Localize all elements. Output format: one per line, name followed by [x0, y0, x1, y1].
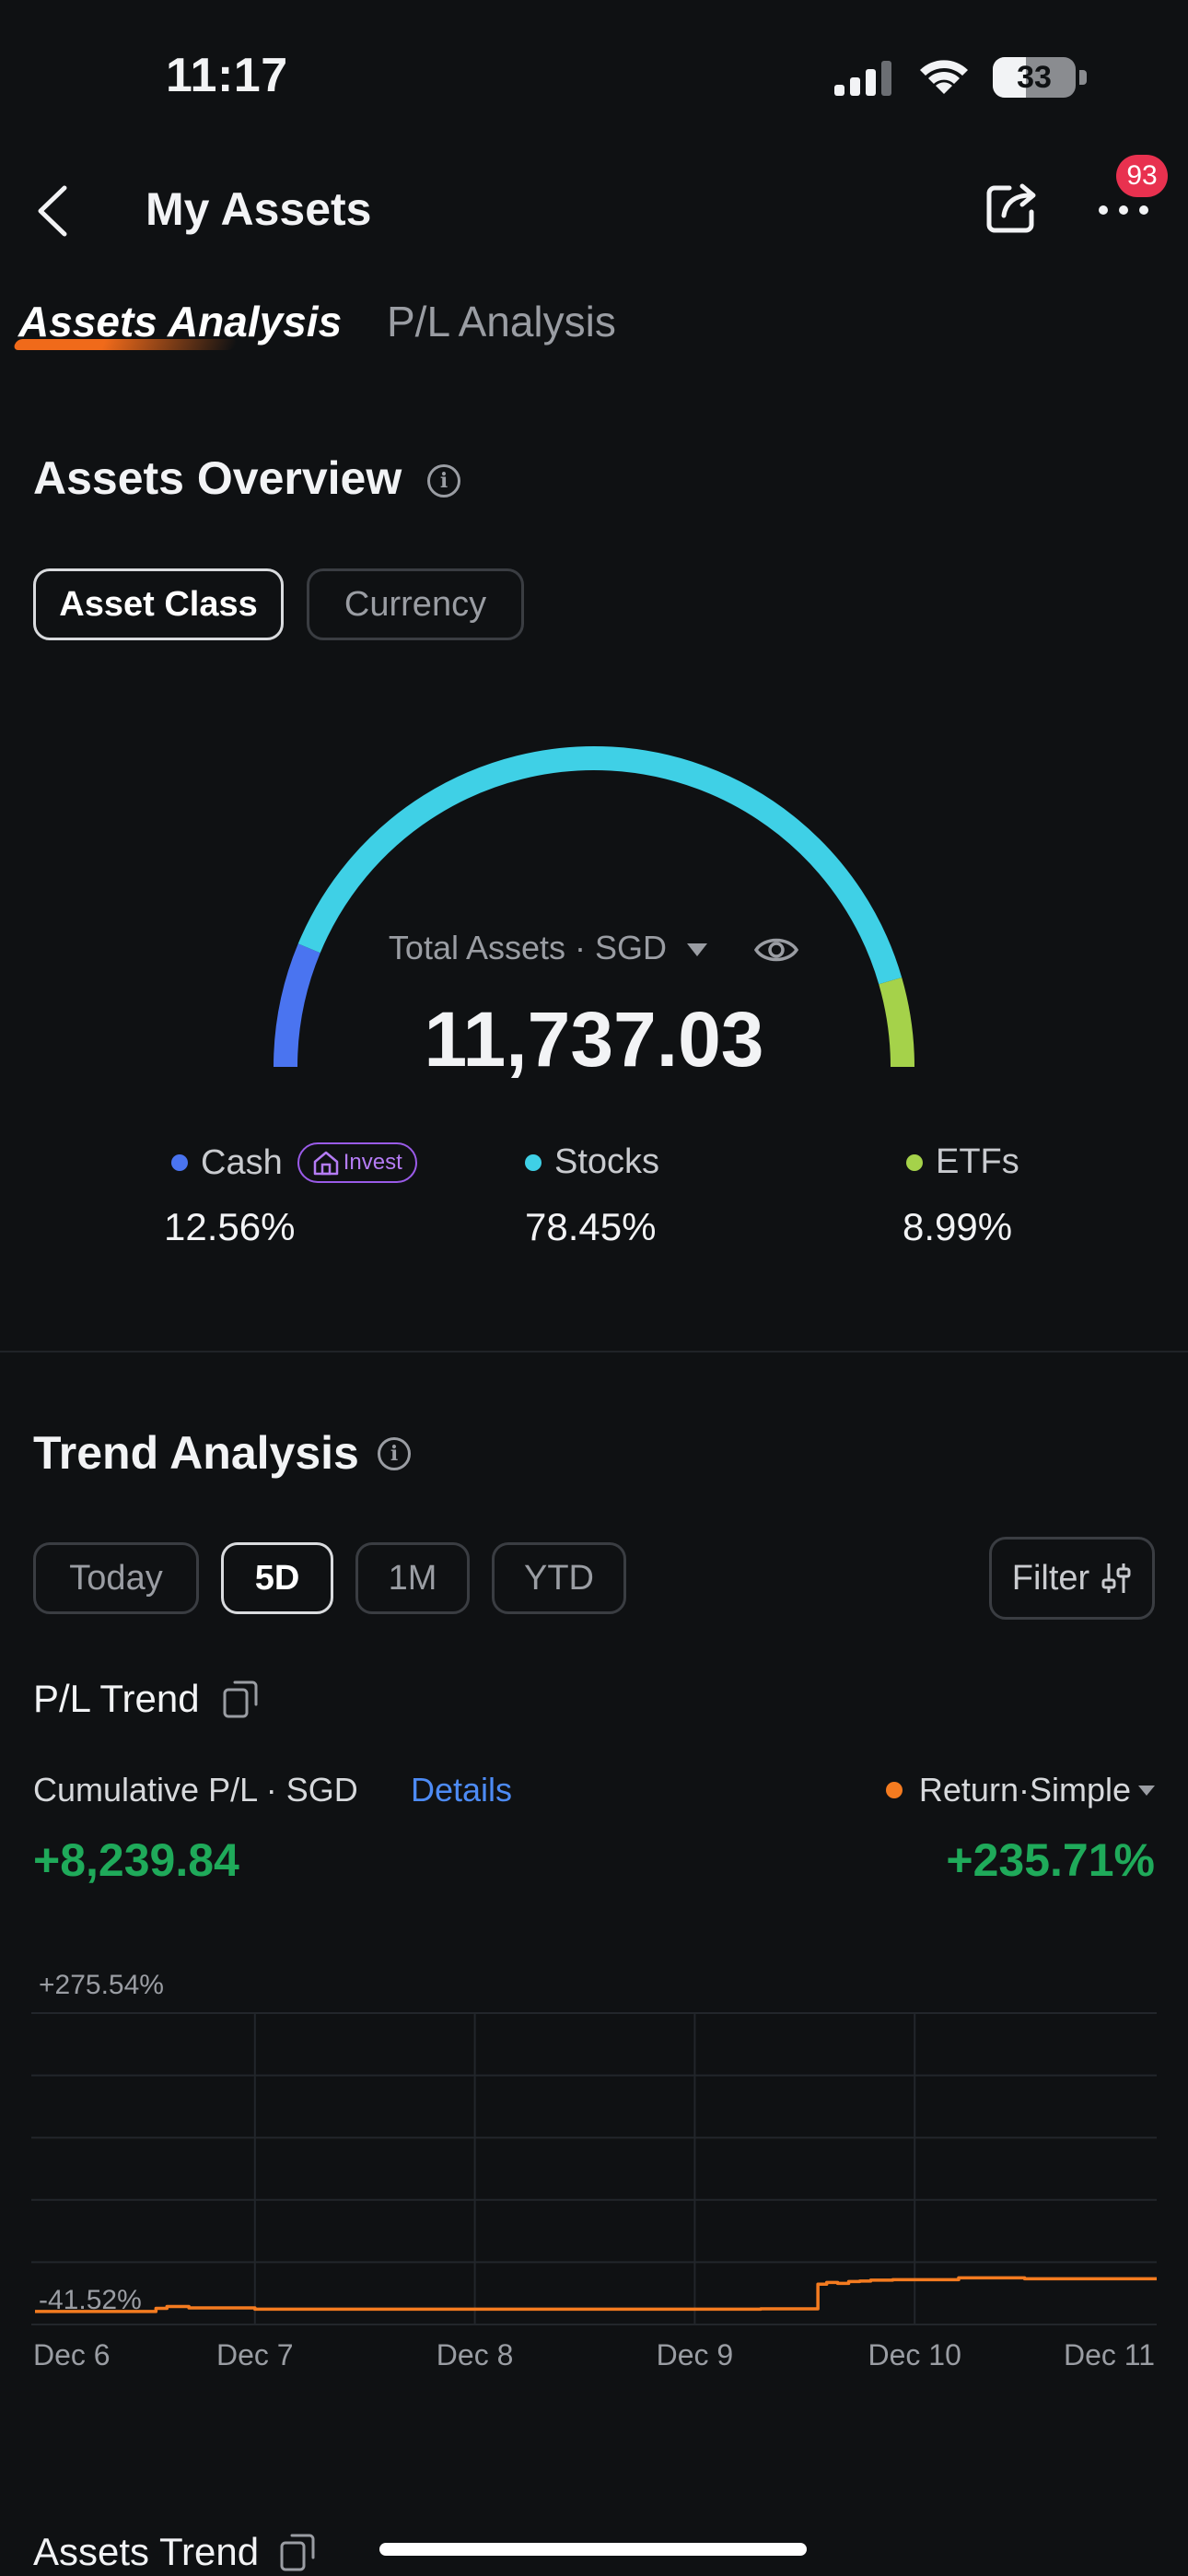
switch-chart-icon[interactable]	[279, 2532, 316, 2572]
switch-chart-icon[interactable]	[222, 1679, 259, 1719]
battery-icon: 33	[993, 57, 1076, 98]
x-tick-label: Dec 7	[216, 2338, 294, 2371]
x-tick-label: Dec 9	[656, 2338, 734, 2371]
legend-cash-label: Cash	[201, 1142, 283, 1182]
pl-trend-chart[interactable]	[31, 2012, 1157, 2325]
currency-filter[interactable]: Currency	[307, 568, 524, 640]
eye-icon[interactable]	[753, 934, 799, 966]
legend-cash[interactable]: Cash Invest	[171, 1142, 417, 1183]
status-icons: 33	[834, 57, 1087, 98]
trend-analysis-title: Trend Analysis	[33, 1427, 359, 1479]
trend-info-icon[interactable]: i	[378, 1437, 411, 1470]
caret-down-icon	[1138, 1785, 1155, 1796]
asset-class-filter[interactable]: Asset Class	[33, 568, 284, 640]
cash-dot	[171, 1154, 188, 1171]
wifi-icon	[920, 60, 968, 94]
filter-label: Filter	[1011, 1558, 1090, 1598]
status-time: 11:17	[166, 49, 288, 102]
pl-trend-heading: P/L Trend	[33, 1677, 259, 1721]
x-tick-label: Dec 8	[436, 2338, 514, 2371]
legend-stocks-label: Stocks	[554, 1142, 660, 1181]
x-tick-label: Dec 11	[1063, 2338, 1155, 2371]
legend-stocks[interactable]: Stocks	[525, 1142, 659, 1182]
cumulative-pl-label: Cumulative P/L · SGD	[33, 1771, 358, 1809]
house-icon	[313, 1151, 338, 1176]
period-1m[interactable]: 1M	[355, 1542, 470, 1614]
invest-tag[interactable]: Invest	[297, 1142, 417, 1183]
return-value: +235.71%	[946, 1834, 1155, 1886]
legend-etfs-label: ETFs	[936, 1142, 1019, 1181]
assets-overview-title: Assets Overview	[33, 452, 402, 504]
page-title: My Assets	[146, 183, 372, 235]
legend-etfs[interactable]: ETFs	[906, 1142, 1019, 1182]
return-dot	[885, 1782, 903, 1798]
period-ytd[interactable]: YTD	[492, 1542, 626, 1614]
y-max-label: +275.54%	[39, 1970, 164, 2000]
tab-pl-analysis[interactable]: P/L Analysis	[387, 297, 616, 346]
home-indicator[interactable]	[379, 2543, 807, 2556]
cumulative-pl-value: +8,239.84	[33, 1834, 239, 1886]
signal-icon	[834, 61, 891, 96]
stocks-dot	[525, 1153, 542, 1171]
cash-percent: 12.56%	[164, 1205, 296, 1248]
total-assets-value: 11,737.03	[424, 996, 764, 1083]
x-tick-label: Dec 10	[868, 2338, 961, 2371]
return-series-line	[35, 2276, 1157, 2313]
total-assets-currency: Total Assets · SGD	[388, 929, 668, 966]
x-tick-label: Dec 6	[33, 2338, 111, 2371]
return-type-label: Return·Simple	[918, 1771, 1131, 1809]
caret-down-icon	[687, 943, 708, 957]
back-arrow-icon[interactable]	[28, 179, 79, 243]
tab-assets-analysis[interactable]: Assets Analysis	[18, 297, 342, 346]
invest-tag-label: Invest	[343, 1150, 402, 1175]
section-divider	[0, 1351, 1188, 1352]
assets-trend-label: Assets Trend	[33, 2530, 260, 2573]
share-icon[interactable]	[982, 179, 1041, 238]
stocks-percent: 78.45%	[525, 1205, 657, 1248]
notification-badge: 93	[1116, 155, 1168, 197]
battery-level: 33	[1017, 59, 1052, 95]
pl-trend-label: P/L Trend	[33, 1677, 200, 1720]
sliders-icon	[1101, 1563, 1131, 1593]
battery-tip	[1079, 70, 1087, 85]
period-today[interactable]: Today	[33, 1542, 199, 1614]
assets-trend-heading: Assets Trend	[33, 2530, 316, 2574]
etfs-percent: 8.99%	[903, 1205, 1013, 1248]
details-link[interactable]: Details	[411, 1771, 512, 1809]
etfs-dot	[906, 1153, 923, 1171]
filter-button[interactable]: Filter	[989, 1537, 1155, 1620]
return-type-selector[interactable]: Return·Simple	[885, 1771, 1155, 1809]
total-assets-label[interactable]: Total Assets · SGD	[0, 929, 1188, 967]
period-5d[interactable]: 5D	[221, 1542, 333, 1614]
info-icon[interactable]: i	[427, 464, 460, 498]
